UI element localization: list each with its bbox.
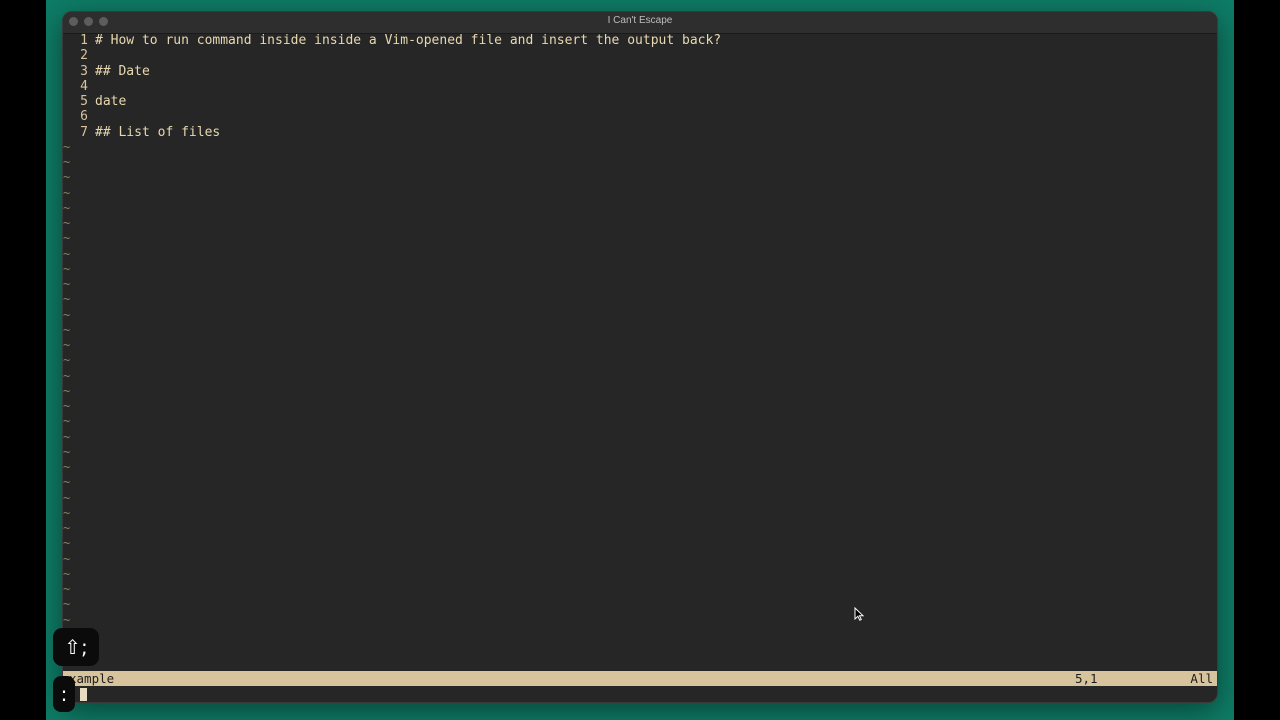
tilde-marker: ~: [63, 216, 71, 230]
tilde-marker: ~: [63, 307, 71, 322]
tilde-marker: ~: [63, 490, 71, 505]
line-number: 3: [80, 63, 88, 79]
tilde-marker: ~: [63, 597, 71, 612]
line-text[interactable]: # How to run command inside inside a Vim…: [88, 33, 721, 48]
window-title: I Can't Escape: [607, 15, 673, 26]
keystroke-overlay-pressed: :: [53, 676, 75, 712]
tilde-marker: ~: [63, 155, 71, 169]
title-bar[interactable]: I Can't Escape: [63, 12, 1217, 34]
tilde-marker: ~: [63, 414, 71, 429]
tilde-marker: ~: [63, 460, 71, 474]
tilde-marker: ~: [63, 185, 71, 200]
vim-editor[interactable]: 1 # How to run command inside inside a V…: [63, 33, 1217, 628]
tilde-marker: ~: [63, 551, 71, 566]
tilde-marker: ~: [63, 383, 71, 398]
tilde-marker: ~: [63, 399, 71, 413]
terminal-window[interactable]: I Can't Escape 1 # How to run command in…: [62, 11, 1218, 703]
tilde-marker: ~: [63, 277, 71, 291]
tilde-marker: ~: [63, 444, 71, 459]
tilde-marker: ~: [63, 338, 71, 352]
tilde-marker: ~: [63, 368, 71, 383]
editor-line[interactable]: 1 # How to run command inside inside a V…: [63, 33, 1217, 48]
mouse-pointer-icon: [854, 607, 864, 621]
tilde-marker: ~: [63, 246, 71, 261]
block-cursor: [80, 688, 87, 701]
tilde-marker: ~: [63, 139, 71, 154]
tilde-marker: ~: [63, 170, 71, 185]
editor-line[interactable]: 2: [63, 48, 1217, 63]
editor-line[interactable]: 7 ## List of files: [63, 125, 1217, 140]
tilde-marker: ~: [63, 536, 71, 551]
editor-line[interactable]: 6: [63, 109, 1217, 124]
line-text[interactable]: [88, 48, 95, 63]
tilde-marker: ~: [63, 521, 71, 535]
tilde-marker: ~: [63, 292, 71, 307]
line-number: 4: [80, 78, 88, 94]
tilde-marker: ~: [63, 353, 71, 368]
line-text[interactable]: [88, 109, 95, 124]
tilde-marker: ~: [63, 429, 71, 444]
tilde-marker: ~: [63, 322, 71, 337]
scroll-indicator: All: [1190, 671, 1213, 686]
line-number: 7: [80, 124, 88, 140]
empty-buffer-lines: ~ ~ ~ ~ ~ ~ ~ ~ ~ ~ ~ ~ ~ ~ ~ ~ ~ ~ ~ ~ ~ ~ ~ ~ ~ ~ ~ ~ ~ ~ ~ ~: [63, 140, 1217, 628]
tilde-marker: ~: [63, 566, 71, 581]
tilde-marker: ~: [63, 582, 71, 596]
line-number: 2: [80, 48, 88, 64]
line-text[interactable]: date: [88, 94, 126, 109]
keystroke-overlay: ⇧;: [53, 628, 99, 666]
tilde-marker: ~: [63, 505, 71, 520]
tilde-marker: ~: [63, 200, 71, 215]
tilde-marker: ~: [63, 231, 71, 246]
tilde-marker: ~: [63, 612, 71, 627]
vim-statusline: xample 5,1 All: [63, 671, 1217, 686]
line-number: 1: [80, 33, 88, 48]
vim-command-line[interactable]: [63, 686, 1217, 702]
line-text[interactable]: [88, 79, 95, 94]
cursor-position: 5,1: [1075, 671, 1098, 686]
line-text[interactable]: ## List of files: [88, 125, 220, 140]
editor-line[interactable]: 4: [63, 79, 1217, 94]
tilde-marker: ~: [63, 475, 71, 490]
editor-line[interactable]: 3 ## Date: [63, 64, 1217, 79]
line-text[interactable]: ## Date: [88, 64, 150, 79]
line-number: 5: [80, 94, 88, 109]
line-number: 6: [80, 109, 88, 125]
tilde-marker: ~: [63, 261, 71, 276]
status-filename: xample: [69, 671, 115, 686]
editor-line[interactable]: 5 date: [63, 94, 1217, 109]
